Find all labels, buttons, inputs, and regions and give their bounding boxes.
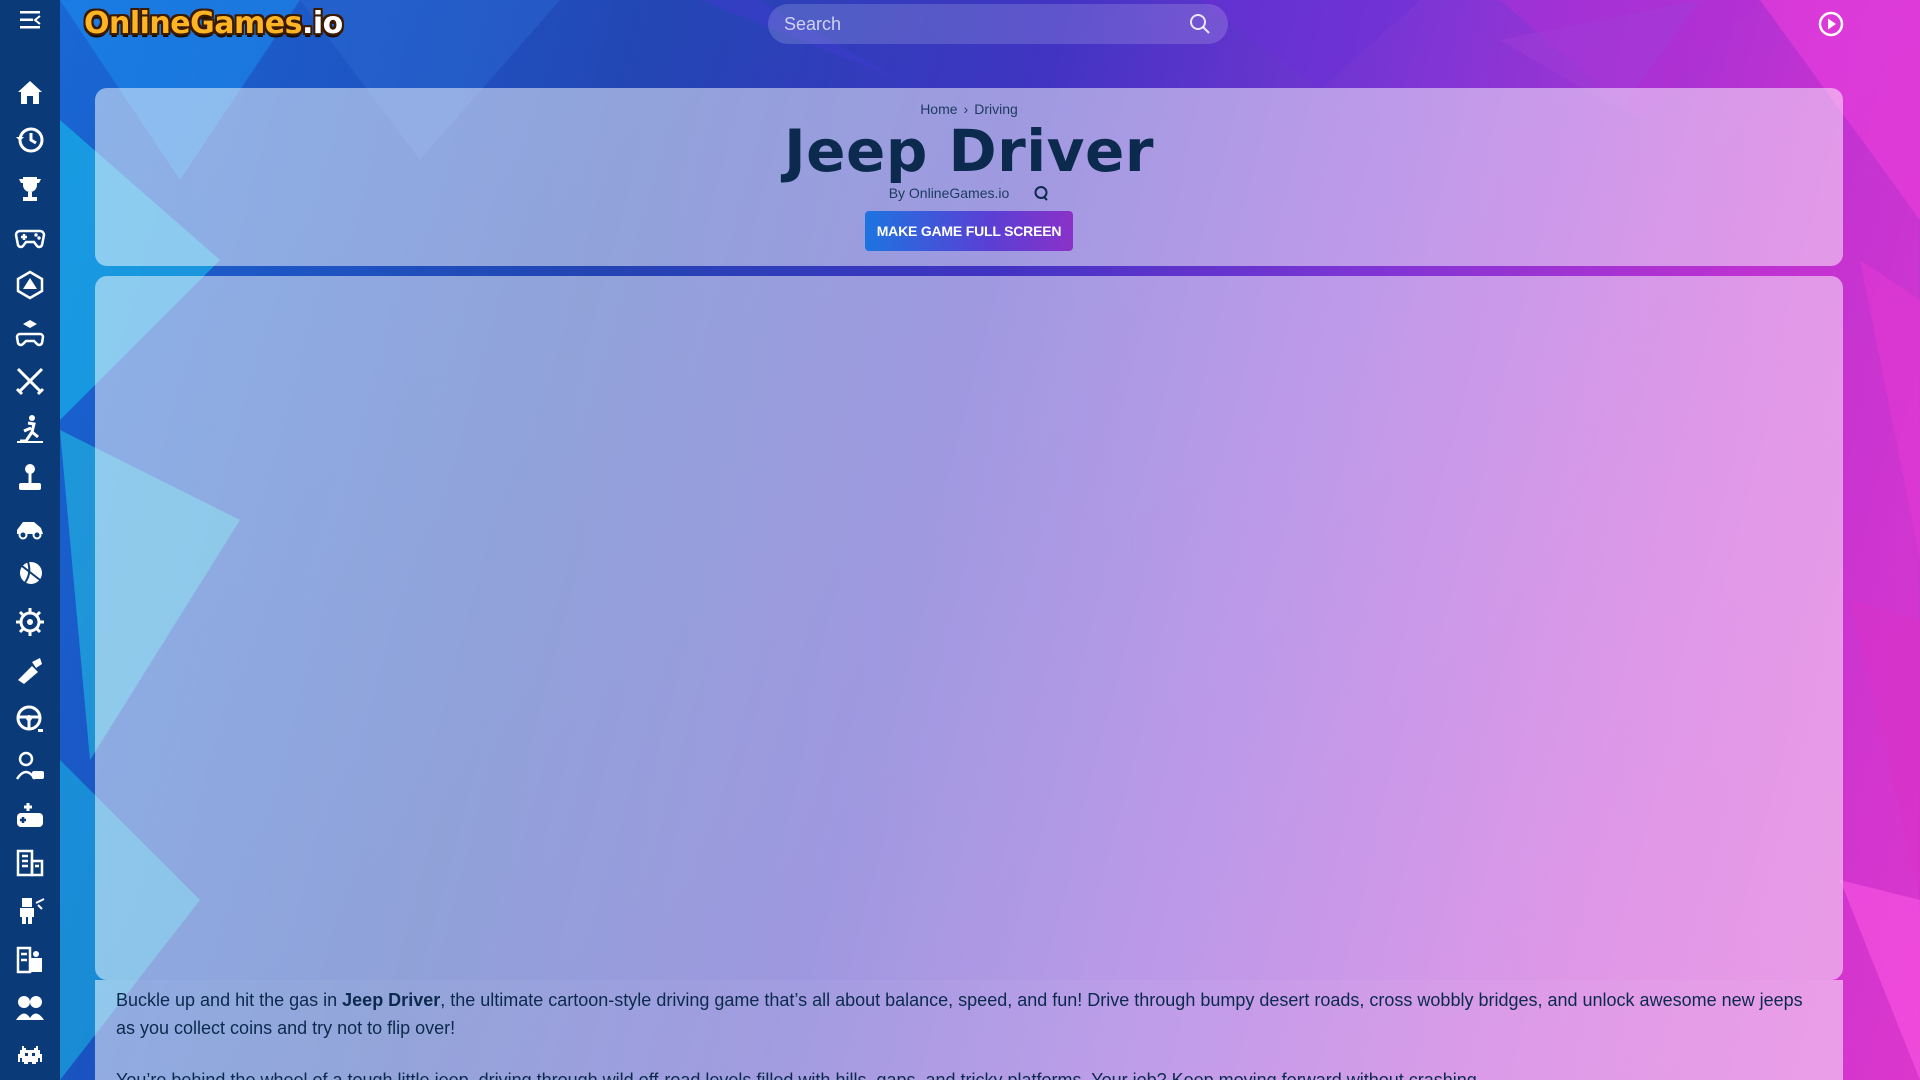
ball-icon [20, 561, 42, 585]
category-list [0, 68, 60, 1080]
sidebar-item-kids[interactable] [0, 743, 60, 791]
breadcrumb-category-link[interactable]: Driving [974, 101, 1018, 117]
sidebar-item-strategy[interactable] [0, 598, 60, 646]
site-logo[interactable]: OnlineGames.io [84, 6, 343, 41]
joystick-cube-icon [15, 320, 45, 347]
minecraft-figure-icon [20, 898, 45, 925]
comment-bubble-icon[interactable] [1033, 185, 1049, 201]
arcade-stick-icon [19, 463, 41, 490]
sidebar-item-adventure[interactable] [0, 405, 60, 453]
sidebar-item-shooting[interactable] [0, 646, 60, 694]
sidebar-item-arcade[interactable] [0, 454, 60, 502]
history-icon [16, 127, 44, 153]
game-description-panel: Buckle up and hit the gas in Jeep Driver… [95, 980, 1843, 1080]
description-game-name: Jeep Driver [342, 990, 441, 1010]
shooting-icon [18, 658, 42, 685]
logo-tld-text: .io [301, 6, 343, 41]
gamepad-icon [14, 229, 46, 248]
sidebar-item-history[interactable] [0, 116, 60, 164]
description-paragraph-1: Buckle up and hit the gas in Jeep Driver… [116, 986, 1822, 1042]
sidebar-item-board[interactable] [0, 261, 60, 309]
breadcrumb-home-link[interactable]: Home [920, 101, 957, 117]
sidebar-item-puzzle[interactable] [0, 935, 60, 983]
sidebar-item-multiplayer[interactable] [0, 791, 60, 839]
sidebar-item-driving[interactable] [0, 695, 60, 743]
sidebar-item-top-games[interactable] [0, 164, 60, 212]
d20-dice-icon [16, 270, 44, 300]
sidebar-item-two-player[interactable] [0, 984, 60, 1032]
page-title: Jeep Driver [784, 117, 1154, 185]
search-bar [768, 4, 1228, 44]
sidebar-item-minecraft[interactable] [0, 887, 60, 935]
controller-plus-icon [17, 802, 43, 827]
menu-toggle-button[interactable] [0, 0, 60, 40]
sidebar-item-home[interactable] [0, 68, 60, 116]
breadcrumb-separator: › [963, 101, 969, 117]
gear-icon [16, 608, 44, 637]
search-input[interactable] [784, 13, 1188, 35]
byline: By OnlineGames.io [95, 185, 1843, 201]
racing-car-icon [17, 521, 43, 540]
sidebar-item-retro[interactable] [0, 1032, 60, 1080]
runner-icon [17, 415, 43, 444]
description-intro-text: Buckle up and hit the gas in [116, 990, 343, 1010]
sidebar-item-racing[interactable] [0, 502, 60, 550]
home-icon [18, 81, 42, 105]
trophy-icon [19, 176, 41, 201]
puzzle-pieces-icon [16, 946, 42, 973]
game-frame-panel [95, 276, 1843, 980]
sidebar-item-sports[interactable] [0, 550, 60, 598]
space-invader-icon [18, 1045, 42, 1064]
sidebar-item-3d[interactable] [0, 309, 60, 357]
breadcrumb: Home › Driving [95, 101, 1843, 117]
two-players-icon [16, 995, 44, 1020]
person-play-icon [15, 751, 44, 780]
description-paragraph-2: You’re behind the wheel of a tough littl… [116, 1070, 1482, 1080]
sidebar-item-building[interactable] [0, 839, 60, 887]
steering-wheel-icon [16, 705, 43, 732]
sidebar-item-games[interactable] [0, 213, 60, 261]
crossed-swords-icon [15, 368, 45, 396]
sidebar [0, 0, 60, 1080]
sidebar-item-action[interactable] [0, 357, 60, 405]
play-circle-icon[interactable] [1817, 10, 1845, 38]
fullscreen-button[interactable]: MAKE GAME FULL SCREEN [864, 211, 1074, 251]
publisher-text: By OnlineGames.io [888, 185, 1010, 201]
building-blocks-icon [16, 849, 44, 877]
menu-icon [20, 11, 41, 29]
search-icon[interactable] [1188, 12, 1212, 36]
game-canvas[interactable] [95, 276, 1843, 980]
game-header-panel: Home › Driving Jeep Driver By OnlineGames.… [95, 88, 1843, 266]
logo-main-text: OnlineGames [84, 6, 302, 41]
